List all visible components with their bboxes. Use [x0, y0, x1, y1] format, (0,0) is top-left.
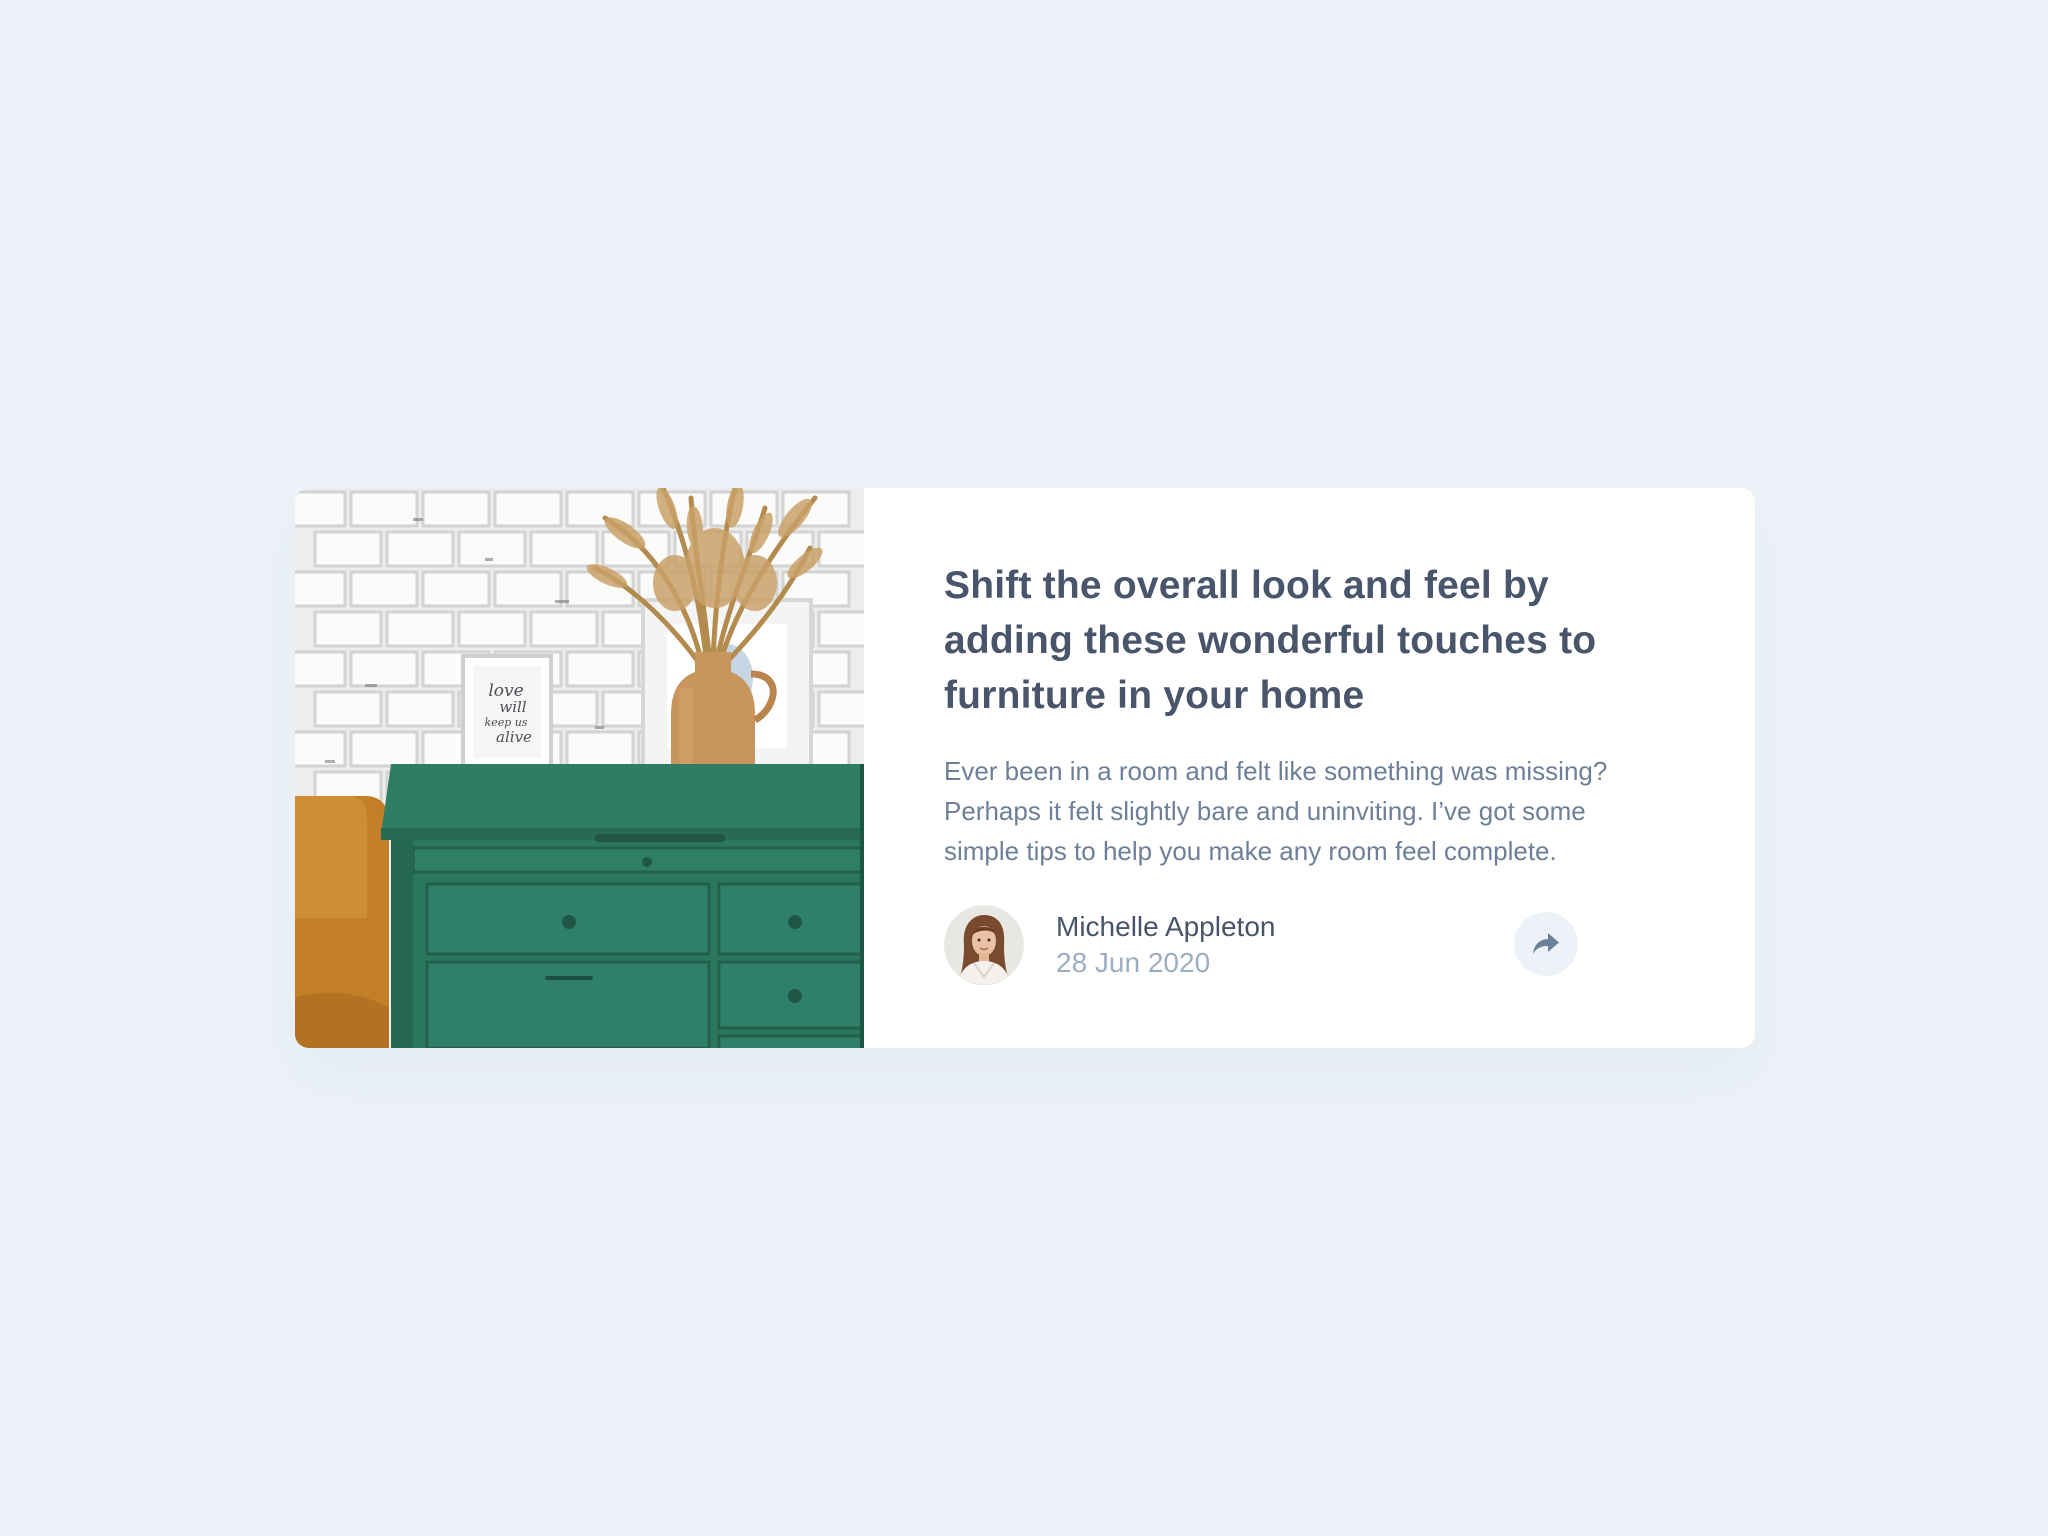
- article-excerpt: Ever been in a room and felt like someth…: [944, 756, 1608, 866]
- avatar: [944, 905, 1024, 985]
- frame-print-line4: alive: [496, 728, 532, 746]
- author-meta: Michelle Appleton 28 Jun 2020: [1056, 909, 1275, 981]
- author-name: Michelle Appleton: [1056, 911, 1276, 942]
- frame-print-line2: will: [499, 698, 526, 716]
- share-button[interactable]: [1514, 912, 1578, 976]
- article-title[interactable]: Shift the overall look and feel by addin…: [944, 558, 1664, 723]
- share-icon: [1533, 933, 1559, 954]
- avatar-michelle: [944, 905, 1024, 985]
- article-preview-card: love will keep us alive Shift the overal…: [295, 488, 1755, 1048]
- publish-date: 28 Jun 2020: [1056, 947, 1211, 978]
- article-image: love will keep us alive: [295, 488, 864, 1048]
- author-block: Michelle Appleton 28 Jun 2020: [944, 905, 1275, 985]
- article-content: Shift the overall look and feel by addin…: [864, 488, 1755, 1048]
- drawers-photo: love will keep us alive: [295, 488, 864, 1048]
